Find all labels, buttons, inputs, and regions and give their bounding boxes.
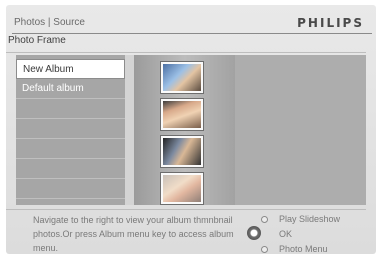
album-item-empty [16,139,125,159]
ok-option[interactable]: OK [279,229,292,239]
album-item-new-album[interactable]: New Album [16,59,125,79]
album-item-default-album[interactable]: Default album [16,79,125,99]
help-text: Navigate to the right to view your album… [33,215,233,225]
help-text: menu. [33,243,59,253]
thumbnail-strip [134,55,235,205]
baby-photo-thumbnail[interactable] [160,172,204,205]
brand-logo: PHILIPS [297,16,364,30]
divider [6,52,366,53]
ok-button-icon[interactable] [247,226,261,240]
help-text: photos.Or press Album menu key to access… [33,229,234,239]
album-item-empty [16,119,125,139]
play-slideshow-option[interactable]: Play Slideshow [279,214,340,224]
album-list: New Album Default album [16,55,125,205]
breadcrumb: Photos | Source [14,17,85,28]
nav-down-icon [261,246,268,253]
album-item-label: New Album [23,64,74,75]
album-item-empty [16,99,125,119]
header-bar: Photos | Source PHILIPS [12,11,372,34]
divider [6,209,366,210]
preview-panel [235,55,366,205]
group-photo-thumbnail[interactable] [160,135,204,168]
album-item-label: Default album [22,83,84,94]
photo-menu-option[interactable]: Photo Menu [279,244,328,254]
album-item-empty [16,159,125,179]
family-photo-thumbnail[interactable] [160,98,204,131]
panel-divider [125,55,134,205]
album-item-empty [16,179,125,199]
page-subtitle: Photo Frame [8,35,66,46]
nav-up-icon [261,216,268,223]
group-photo-thumbnail[interactable] [160,61,204,94]
